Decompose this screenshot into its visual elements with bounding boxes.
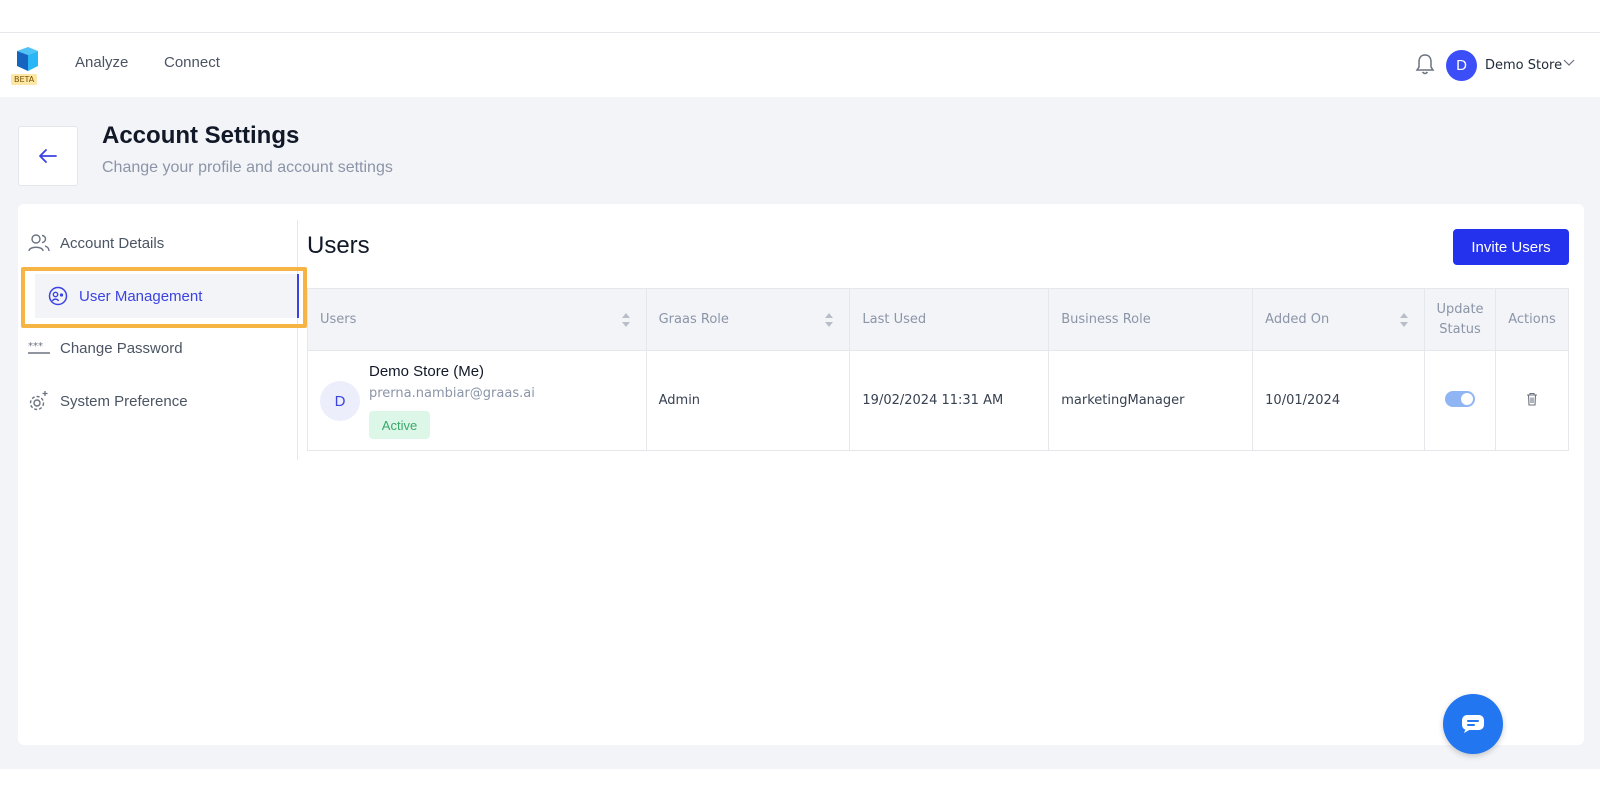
column-header-graas-role[interactable]: Graas Role [645, 288, 851, 351]
user-display-name: Demo Store (Me) [369, 363, 485, 380]
trash-icon[interactable] [1526, 392, 1538, 406]
actions-cell [1495, 350, 1569, 451]
column-header-label: Update Status [1436, 301, 1484, 337]
sidebar-item-label: System Preference [60, 392, 188, 410]
user-management-icon [47, 285, 69, 307]
top-navigation-bar: BETA Analyze Connect D Demo Store [0, 32, 1600, 97]
invite-users-button[interactable]: Invite Users [1453, 229, 1569, 265]
arrow-left-icon [39, 149, 57, 163]
column-header-users[interactable]: Users [307, 288, 647, 351]
business-role-cell: marketingManager [1048, 350, 1254, 451]
sidebar-item-system-preference[interactable]: System Preference [28, 379, 282, 423]
nav-connect[interactable]: Connect [164, 54, 220, 71]
page-subtitle: Change your profile and account settings [102, 159, 393, 176]
update-status-cell [1424, 350, 1496, 451]
column-header-label: Added On [1265, 312, 1330, 327]
password-icon: *** [28, 337, 50, 359]
beta-badge: BETA [11, 74, 38, 85]
sort-icon[interactable] [823, 311, 835, 329]
chat-support-button[interactable] [1443, 694, 1503, 754]
last-used-cell: 19/02/2024 11:31 AM [849, 350, 1050, 451]
page-title: Account Settings [102, 122, 300, 149]
chevron-down-icon[interactable] [1563, 57, 1575, 69]
status-toggle[interactable] [1445, 390, 1476, 407]
graas-role-cell: Admin [645, 350, 851, 451]
sidebar-item-account-details[interactable]: Account Details [28, 221, 282, 265]
column-header-added-on[interactable]: Added On [1252, 288, 1426, 351]
column-header-actions: Actions [1495, 288, 1569, 351]
column-header-business-role: Business Role [1048, 288, 1254, 351]
table-header-row: Users Graas Role Last Used Business Role… [307, 288, 1569, 351]
users-table: Users Graas Role Last Used Business Role… [307, 288, 1569, 451]
users-icon [28, 232, 50, 254]
user-email: prerna.nambiar@graas.ai [369, 386, 535, 401]
sidebar-item-change-password[interactable]: *** Change Password [28, 326, 282, 370]
sidebar-item-label: Change Password [60, 339, 183, 357]
avatar: D [320, 381, 360, 421]
user-avatar[interactable]: D [1446, 50, 1477, 81]
column-header-label: Graas Role [658, 312, 729, 327]
user-name[interactable]: Demo Store [1485, 58, 1562, 73]
column-header-update-status: Update Status [1424, 288, 1496, 351]
chat-icon [1462, 715, 1484, 733]
column-header-label: Users [320, 312, 357, 327]
status-badge: Active [369, 411, 430, 439]
svg-text:***: *** [28, 341, 43, 352]
sort-icon[interactable] [620, 311, 632, 329]
sort-icon[interactable] [1398, 311, 1410, 329]
added-on-cell: 10/01/2024 [1252, 350, 1426, 451]
settings-gear-icon [28, 390, 50, 412]
users-section-title: Users [307, 232, 370, 259]
nav-analyze[interactable]: Analyze [75, 54, 128, 71]
back-button[interactable] [18, 126, 78, 186]
sidebar-item-user-management[interactable]: User Management [35, 274, 299, 318]
column-header-last-used: Last Used [849, 288, 1050, 351]
sidebar-item-label: User Management [79, 287, 203, 305]
bell-icon[interactable] [1414, 52, 1436, 76]
sidebar-item-label: Account Details [60, 234, 165, 252]
